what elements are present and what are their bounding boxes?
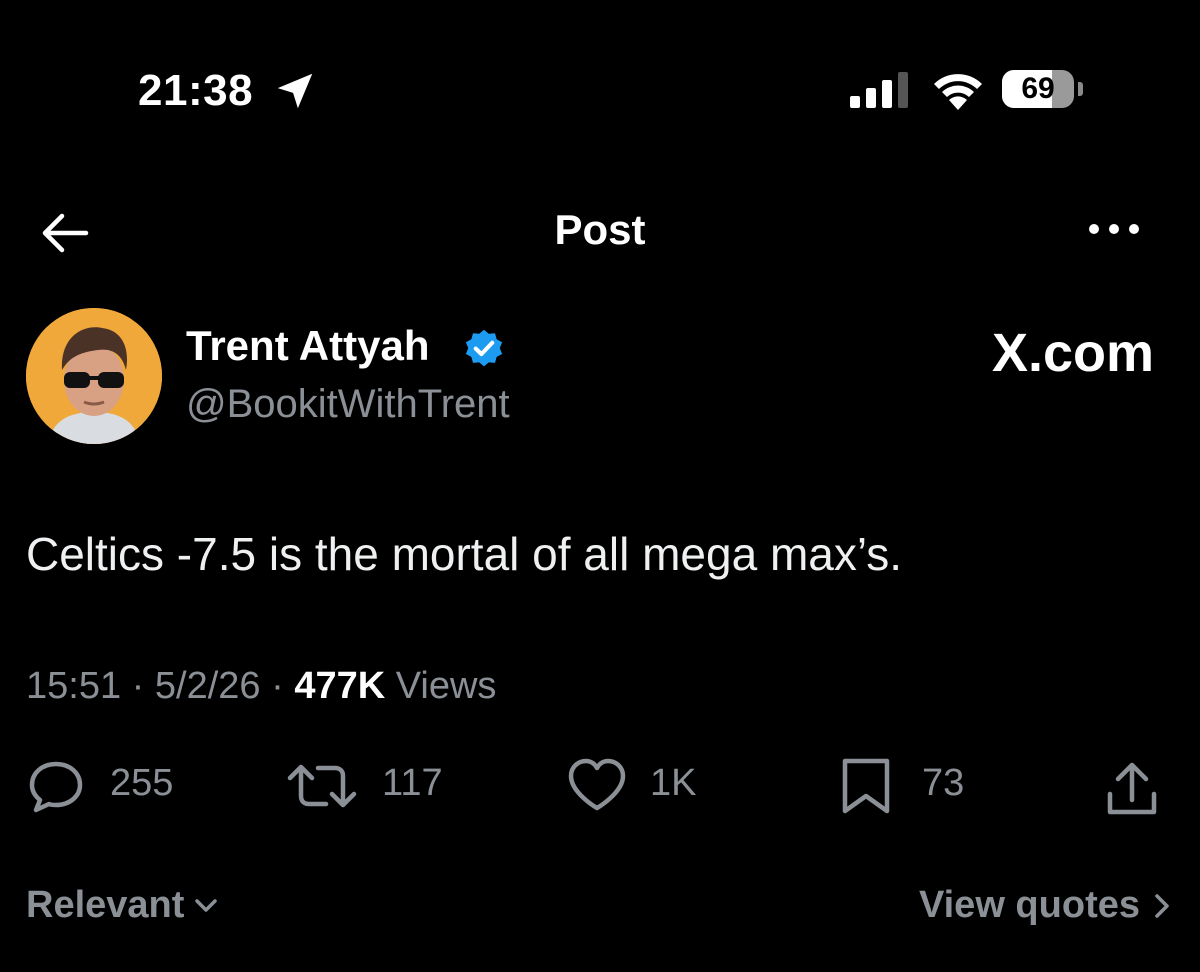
- author-handle[interactable]: @BookitWithTrent: [186, 382, 510, 427]
- more-horizontal-icon[interactable]: [1084, 214, 1144, 244]
- avatar[interactable]: [26, 308, 162, 444]
- verified-badge-icon: [465, 329, 503, 367]
- heart-icon: [568, 758, 626, 811]
- repost-count: 117: [382, 762, 443, 804]
- avatar-image: [26, 308, 162, 444]
- like-count: 1K: [650, 762, 697, 804]
- cellular-signal-icon: [850, 72, 908, 108]
- battery-cap: [1078, 82, 1083, 96]
- post-meta: 15:51 · 5/2/26 · 477K Views: [26, 665, 496, 708]
- repost-icon: [287, 764, 357, 808]
- post-date: 5/2/26: [154, 665, 261, 707]
- views-label: Views: [395, 665, 497, 707]
- meta-separator: ·: [131, 665, 145, 707]
- bookmark-count: 73: [922, 762, 965, 804]
- battery-percent: 69: [1021, 72, 1055, 105]
- views-count[interactable]: 477K: [294, 665, 385, 707]
- reply-icon: [29, 761, 83, 813]
- page-title: Post: [554, 206, 646, 253]
- status-time: 21:38: [138, 66, 254, 115]
- post-time: 15:51: [26, 665, 122, 707]
- battery-body: 69: [1002, 70, 1074, 108]
- sort-dropdown[interactable]: Relevant: [26, 884, 218, 927]
- bookmark-icon: [842, 758, 890, 814]
- battery-icon: 69: [1002, 70, 1084, 110]
- sort-label: Relevant: [26, 884, 185, 926]
- wifi-icon: [934, 74, 982, 110]
- view-quotes-label: View quotes: [918, 884, 1140, 926]
- chevron-right-icon: [1155, 893, 1169, 918]
- reply-count: 255: [110, 762, 174, 804]
- post-text: Celtics -7.5 is the mortal of all mega m…: [26, 528, 903, 580]
- chevron-down-icon: [195, 898, 218, 912]
- view-quotes-link[interactable]: View quotes: [919, 884, 1170, 927]
- share-icon[interactable]: [1102, 760, 1162, 820]
- meta-separator: ·: [271, 665, 284, 707]
- watermark: X.com: [991, 323, 1154, 383]
- author-name[interactable]: Trent Attyah: [186, 322, 429, 370]
- location-arrow-icon: [277, 73, 313, 109]
